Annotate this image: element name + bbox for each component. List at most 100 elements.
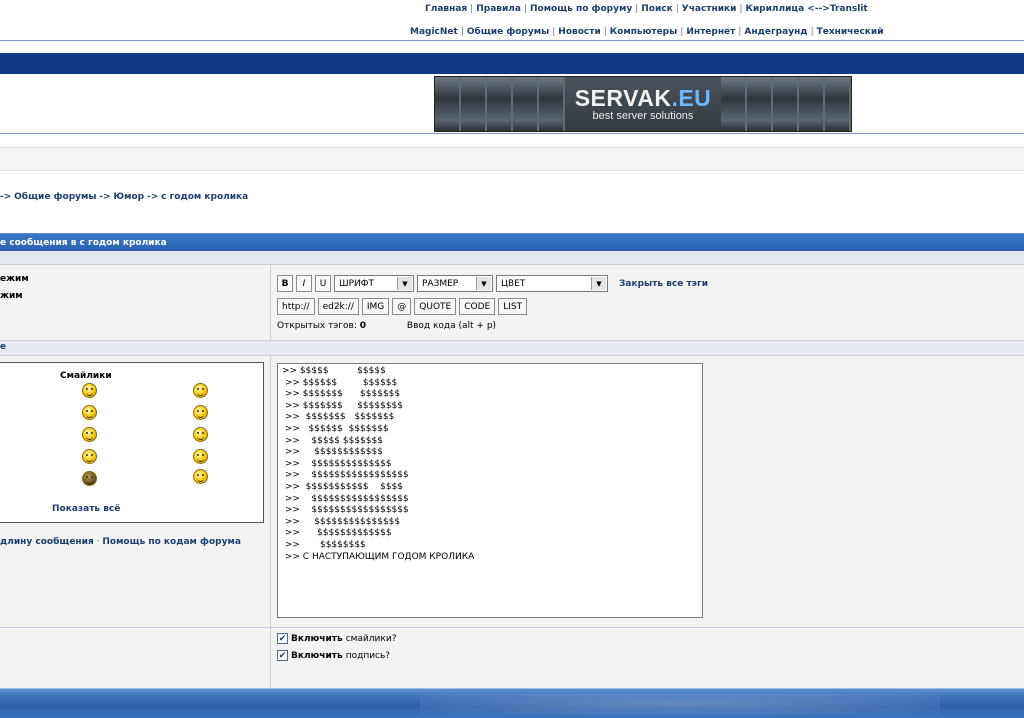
enable-smilies-option[interactable]: ✔ Включить смайлики? bbox=[277, 633, 396, 644]
glasses-icon[interactable] bbox=[82, 471, 97, 486]
taskbar-glow bbox=[420, 693, 940, 715]
img-tag-button[interactable]: IMG bbox=[361, 298, 390, 315]
section-divider: е bbox=[0, 340, 1024, 356]
nav-separator: | bbox=[470, 4, 474, 14]
open-tags-info: Открытых тэгов: 0 Ввод кода (alt + p) bbox=[277, 321, 496, 331]
nav-separator: | bbox=[523, 4, 527, 14]
font-select[interactable]: ШРИФТ ▼ bbox=[334, 275, 414, 292]
message-textarea[interactable]: >> $$$$$ $$$$$ >> $$$$$$ $$$$$$ >> $$$$$… bbox=[277, 363, 703, 618]
help-separator: · bbox=[96, 537, 100, 547]
check-length-link[interactable]: длину сообщения bbox=[0, 537, 94, 547]
sad-icon[interactable] bbox=[82, 449, 97, 464]
mode-option-1[interactable]: ежим bbox=[0, 274, 29, 284]
enable-smilies-label: смайлики? bbox=[345, 633, 397, 644]
nav-link-members[interactable]: Участники bbox=[682, 4, 737, 14]
breadcrumb-humor[interactable]: Юмор bbox=[114, 192, 145, 202]
banner-logo-panel: SERVAK.EU best server solutions bbox=[565, 77, 721, 131]
color-select[interactable]: ЦВЕТ ▼ bbox=[496, 275, 608, 292]
email-tag-button[interactable]: @ bbox=[392, 298, 412, 315]
size-select-value: РАЗМЕР bbox=[422, 278, 459, 289]
enable-signature-checkbox[interactable]: ✔ bbox=[277, 650, 288, 661]
enable-signature-option[interactable]: ✔ Включить подпись? bbox=[277, 650, 390, 661]
chevron-down-icon: ▼ bbox=[591, 277, 606, 290]
servak-banner[interactable]: SERVAK.EU best server solutions bbox=[434, 76, 852, 132]
top-nav-secondary: MagicNet | Общие форумы | Новости | Компьютеры… bbox=[410, 27, 1024, 37]
nav-separator: | bbox=[603, 27, 607, 37]
nav-link-rules[interactable]: Правила bbox=[476, 4, 521, 14]
nav-link-internet[interactable]: Интернет bbox=[686, 27, 735, 37]
tag-toolbar: http:// ed2k:// IMG @ QUOTE CODE LIST bbox=[277, 298, 528, 315]
cool-icon[interactable] bbox=[193, 405, 208, 420]
enable-signature-bold: Включить bbox=[291, 650, 343, 661]
nav-separator: | bbox=[680, 27, 684, 37]
enable-smilies-bold: Включить bbox=[291, 633, 343, 644]
bold-button[interactable]: B bbox=[277, 275, 293, 292]
show-all-smilies-link[interactable]: Показать всё bbox=[52, 504, 120, 514]
enable-smilies-checkbox[interactable]: ✔ bbox=[277, 633, 288, 644]
message-text: >> $$$$$ $$$$$ >> $$$$$$ $$$$$$ >> $$$$$… bbox=[282, 366, 475, 562]
section-divider-label: е bbox=[0, 342, 7, 352]
breadcrumb: -> Общие форумы -> Юмор -> с годом кроли… bbox=[0, 192, 248, 202]
breadcrumb-arrow: -> bbox=[0, 192, 12, 202]
nav-separator: | bbox=[552, 27, 556, 37]
breadcrumb-general-forums[interactable]: Общие форумы bbox=[14, 192, 96, 202]
os-taskbar[interactable] bbox=[0, 688, 1024, 718]
wink-icon[interactable] bbox=[193, 469, 208, 484]
underline-button[interactable]: U bbox=[315, 275, 331, 292]
banner-logo: SERVAK.EU bbox=[574, 85, 712, 111]
nav-link-search[interactable]: Поиск bbox=[641, 4, 672, 14]
header-blue-bar bbox=[0, 53, 1024, 74]
enable-signature-label: подпись? bbox=[345, 650, 391, 661]
nav-separator: | bbox=[810, 27, 814, 37]
surprised-icon[interactable] bbox=[193, 449, 208, 464]
smilies-title: Смайлики bbox=[60, 371, 112, 381]
quote-tag-button[interactable]: QUOTE bbox=[414, 298, 457, 315]
open-tags-label: Открытых тэгов: bbox=[277, 321, 357, 331]
font-select-value: ШРИФТ bbox=[339, 278, 375, 289]
nav-link-computers[interactable]: Компьютеры bbox=[610, 27, 677, 37]
header-divider bbox=[0, 40, 1024, 41]
nav-link-translit[interactable]: Кириллица <-->Translit bbox=[746, 4, 868, 14]
reply-title-bar: е сообщения в с годом кролика bbox=[0, 233, 1024, 252]
info-strip bbox=[0, 147, 1024, 171]
ed2k-tag-button[interactable]: ed2k:// bbox=[317, 298, 359, 315]
help-links: длину сообщения · Помощь по кодам форума bbox=[0, 537, 241, 547]
http-tag-button[interactable]: http:// bbox=[277, 298, 315, 315]
nav-separator: | bbox=[635, 4, 639, 14]
nav-link-magicnet[interactable]: MagicNet bbox=[410, 27, 458, 37]
italic-button[interactable]: I bbox=[296, 275, 312, 292]
color-select-value: ЦВЕТ bbox=[501, 278, 526, 289]
laugh-icon[interactable] bbox=[193, 383, 208, 398]
format-toolbar: B I U ШРИФТ ▼ РАЗМЕР ▼ ЦВЕТ ▼ Закрыть вс… bbox=[277, 275, 708, 292]
nav-link-news[interactable]: Новости bbox=[558, 27, 600, 37]
nav-separator: | bbox=[675, 4, 679, 14]
size-select[interactable]: РАЗМЕР ▼ bbox=[417, 275, 493, 292]
open-tags-count: 0 bbox=[359, 321, 367, 331]
grin-icon[interactable] bbox=[193, 427, 208, 442]
nav-separator: | bbox=[738, 27, 742, 37]
bbcode-help-link[interactable]: Помощь по кодам форума bbox=[102, 537, 241, 547]
nav-link-general-forums[interactable]: Общие форумы bbox=[467, 27, 549, 37]
top-nav-primary: Главная | Правила | Помощь по форуму | Поиск | У… bbox=[425, 4, 1024, 14]
chevron-down-icon: ▼ bbox=[397, 277, 412, 290]
close-all-tags-link[interactable]: Закрыть все тэги bbox=[619, 279, 708, 289]
chevron-down-icon: ▼ bbox=[476, 277, 491, 290]
nav-separator: | bbox=[460, 27, 464, 37]
options-divider bbox=[0, 627, 1024, 628]
smilies-panel: Смайлики bbox=[0, 362, 264, 523]
reply-sub-bar bbox=[0, 251, 1024, 265]
breadcrumb-topic[interactable]: с годом кролика bbox=[161, 192, 248, 202]
nav-link-underground[interactable]: Андеграунд bbox=[744, 27, 807, 37]
list-tag-button[interactable]: LIST bbox=[498, 298, 528, 315]
smile-icon[interactable] bbox=[82, 383, 97, 398]
nav-link-help[interactable]: Помощь по форуму bbox=[530, 4, 632, 14]
nav-link-technical[interactable]: Технический bbox=[817, 27, 884, 37]
code-tag-button[interactable]: CODE bbox=[459, 298, 496, 315]
nerd-icon[interactable] bbox=[82, 427, 97, 442]
nav-link-home[interactable]: Главная bbox=[425, 4, 467, 14]
breadcrumb-arrow: -> bbox=[99, 192, 111, 202]
tongue-icon[interactable] bbox=[82, 405, 97, 420]
mode-option-2[interactable]: жим bbox=[0, 291, 23, 301]
banner-divider bbox=[0, 133, 1024, 134]
breadcrumb-arrow: -> bbox=[146, 192, 159, 202]
